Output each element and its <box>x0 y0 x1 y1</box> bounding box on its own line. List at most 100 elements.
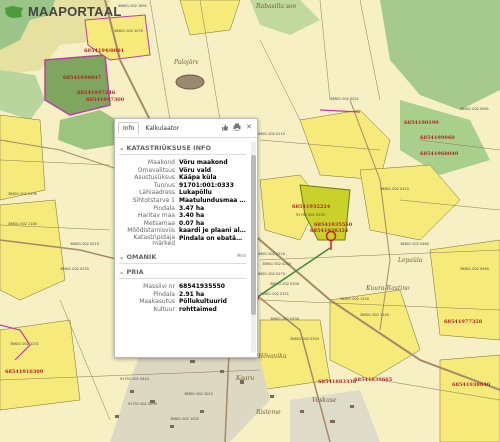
section-title: PRIA <box>126 267 144 276</box>
info-value: rohttaimed <box>179 305 217 313</box>
place-label: Palojärv <box>173 59 199 66</box>
thumbs-up-icon[interactable] <box>221 123 229 131</box>
parcel-id: 38601 002 1201 <box>10 342 39 346</box>
parcel-code: 68541948847 <box>63 75 102 81</box>
parcel-code: 68541947300 <box>86 97 125 103</box>
popup-tabs: Info Kalkulaator ✕ <box>115 119 257 138</box>
estonia-map-icon <box>5 5 23 18</box>
parcel-id: 38601 002 1100 <box>340 297 369 301</box>
parcel-id: 91701 001 0333 <box>296 213 325 217</box>
parcel-id: 91701 001 0009 <box>128 402 157 406</box>
parcel-code: 68541932224 <box>292 204 331 210</box>
info-popup: Info Kalkulaator ✕ ⌄ KATASTRIÜKSUSE INFO… <box>114 118 258 358</box>
info-row: Lähiaadress Lukapõllu <box>119 189 246 197</box>
omanik-open-link[interactable]: Ava <box>237 253 246 259</box>
parcel-code: 68541938324 <box>310 228 349 234</box>
close-icon[interactable]: ✕ <box>245 123 253 131</box>
info-row: Maakond Võru maakond <box>119 159 246 167</box>
parcel-id: 38601 002 0350 <box>290 337 319 341</box>
collapse-icon: ⌄ <box>119 267 125 276</box>
popup-scrollbar[interactable] <box>251 141 256 353</box>
app-name: MAAPORTAAL <box>28 4 122 19</box>
info-row: Omavalitsus Võru vald <box>119 167 246 175</box>
info-row: Sihtotstarve 1 Maatulundusmaa 1... <box>119 197 246 205</box>
info-key: Kultuur <box>153 305 175 313</box>
info-key: Lähiaadress <box>139 189 175 197</box>
parcel-id: 38601 002 0021 <box>330 97 359 101</box>
info-value: Kääpa küla <box>179 174 217 182</box>
place-label: Lepaüla <box>397 257 423 264</box>
info-key: Pindala <box>153 204 175 212</box>
katastri-rows: Maakond Võru maakond Omavalitsus Võru vald… <box>119 159 246 249</box>
info-value: 68541935550 <box>179 282 225 290</box>
info-key: Katastripidaja märked <box>133 233 175 248</box>
parcel-id: 38601 002 0330 <box>270 317 299 321</box>
parcel-id: 38601 002 1070 <box>114 29 143 33</box>
parcel-id: 38601 002 0410 <box>380 187 409 191</box>
parcel-id: 38601 002 1012 <box>184 392 213 396</box>
section-title: KATASTRIÜKSUSE INFO <box>126 144 211 152</box>
parcel-code: 6854194/0001 <box>84 48 124 54</box>
parcel-id: 38601 002 0210 <box>70 242 99 246</box>
parcel-id: 38601 002 1891 <box>118 4 147 8</box>
popup-body: ⌄ KATASTRIÜKSUSE INFO Maakond Võru maakon… <box>115 138 250 357</box>
info-row: Maakasutus Põllukultuurid <box>119 298 246 306</box>
parcel-id: 38601 002 0110 <box>256 132 285 136</box>
info-value: Lukapõllu <box>179 189 212 197</box>
parcel-id: 38601 002 0190 <box>8 192 37 196</box>
info-row: Tunnus 91701:001:0333 <box>119 182 246 190</box>
app-logo[interactable]: MAAPORTAAL <box>4 4 121 19</box>
parcel-id: 38601 002 0460 <box>400 242 429 246</box>
info-value: Põllukultuurid <box>179 298 227 306</box>
parcel-id: 91701 001 0444 <box>120 377 150 381</box>
info-key: Tunnus <box>153 181 175 189</box>
info-value: Pindala on ebatäpn... <box>179 234 246 242</box>
print-icon[interactable] <box>233 123 241 131</box>
info-key: Asustusüksus <box>134 174 175 182</box>
section-pria[interactable]: ⌄ PRIA <box>119 268 246 279</box>
info-value: 2.91 ha <box>179 290 205 298</box>
info-key: Metsamaa <box>143 219 175 227</box>
parcel-id: 38601 002 0220 <box>256 252 285 256</box>
place-label: Kaaru <box>235 375 255 382</box>
parcel-code: 68541883338 <box>318 379 357 385</box>
parcel-code: 68541938640 <box>452 382 491 388</box>
parcel-id: 38601 002 0240 <box>262 262 291 266</box>
parcel-id: 38601 002 0235 <box>60 267 89 271</box>
info-row: Massiivi nr 68541935550 <box>119 283 246 291</box>
place-label: Hõvaviku <box>257 353 287 360</box>
parcel-id: 38601 002 0061 <box>460 107 489 111</box>
scrollbar-thumb[interactable] <box>251 155 256 315</box>
info-key: Maakasutus <box>139 298 175 306</box>
collapse-icon: ⌄ <box>119 144 125 152</box>
parcel-code: 68541935550 <box>314 222 353 228</box>
info-value: 3.47 ha <box>179 204 205 212</box>
info-value: Võru maakond <box>179 159 228 166</box>
parcel-id: 38601 002 1140 <box>360 313 389 317</box>
parcel-code: 68541947246 <box>77 90 116 96</box>
popup-toolbar: ✕ <box>221 123 253 131</box>
parcel-id: 38601 002 0270 <box>256 272 285 276</box>
info-key: Sihtotstarve 1 <box>132 196 175 204</box>
info-row: Pindala 2.91 ha <box>119 291 246 299</box>
info-value: kaardi je plaani ali... <box>179 227 246 235</box>
parcel-code: 68541839665 <box>354 377 393 383</box>
info-row: Pindala 3.47 ha <box>119 205 246 213</box>
section-omanik[interactable]: ⌄ OMANIK Ava <box>119 253 246 264</box>
info-key: Massiivi nr <box>143 282 175 290</box>
tab-info[interactable]: Info <box>118 122 140 134</box>
tab-kalkulaator[interactable]: Kalkulaator <box>141 123 183 134</box>
place-label: Risteme <box>255 409 281 416</box>
info-key: Maakond <box>147 159 175 166</box>
parcel-id: 38601 002 1180 <box>8 222 37 226</box>
parcel-code: 68541977358 <box>444 319 483 325</box>
parcel-code: 68541968049 <box>420 151 459 157</box>
info-row: Haritav maa 3.40 ha <box>119 212 246 220</box>
info-value: 0.07 ha <box>179 219 205 227</box>
info-key: Omavalitsus <box>137 166 175 174</box>
section-katastri[interactable]: ⌄ KATASTRIÜKSUSE INFO <box>119 144 246 155</box>
info-value: 91701:001:0333 <box>179 181 234 189</box>
pria-rows: Massiivi nr 68541935550 Pindala 2.91 ha Ma… <box>119 283 246 313</box>
info-value: Maatulundusmaa 1... <box>179 196 246 204</box>
section-title: OMANIK <box>126 252 157 261</box>
